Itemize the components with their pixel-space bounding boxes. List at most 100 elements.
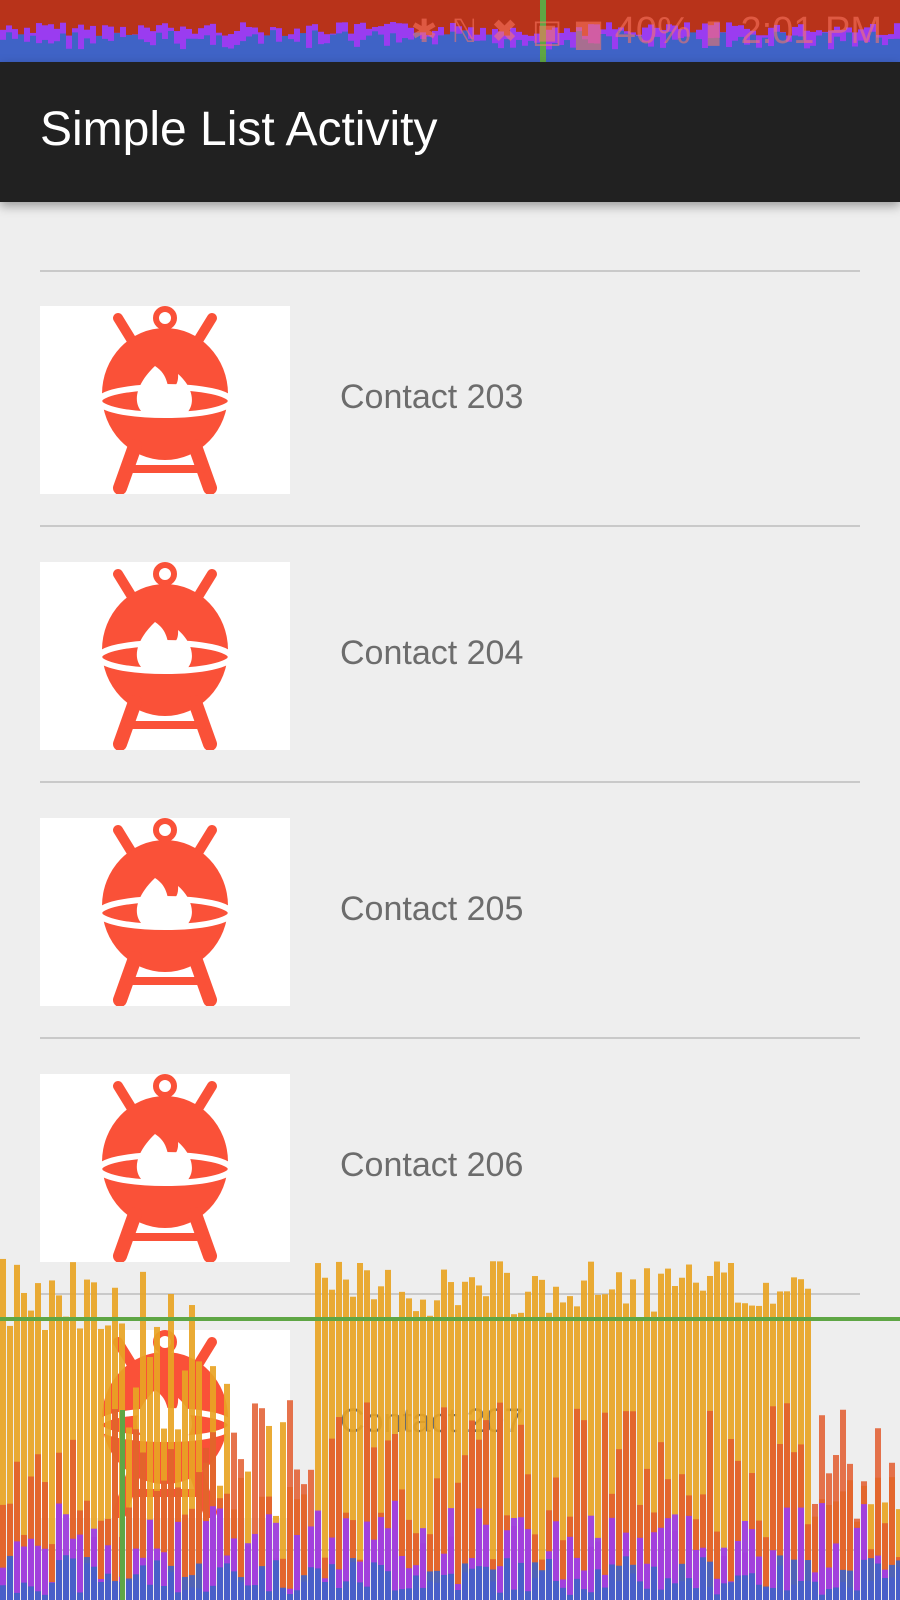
gpu-bar-segment — [273, 1557, 279, 1600]
grill-icon — [96, 1074, 234, 1262]
page-title: Simple List Activity — [40, 103, 438, 156]
gpu-bar-segment — [798, 1581, 804, 1600]
gpu-bar-segment — [119, 1576, 125, 1600]
gpu-bar-segment — [42, 1594, 48, 1600]
gpu-bar-segment — [7, 1555, 13, 1600]
gpu-bar-segment — [616, 1581, 622, 1600]
gpu-bar-segment — [84, 0, 90, 30]
gpu-bar-segment — [138, 0, 144, 26]
gpu-bar-segment — [826, 1589, 832, 1600]
contact-name: Contact 206 — [340, 1146, 524, 1184]
list-divider — [40, 525, 860, 527]
gpu-bar-segment — [372, 0, 378, 27]
gpu-bar-segment — [21, 1582, 27, 1600]
gpu-bar-segment — [679, 1581, 685, 1600]
gpu-bar-segment — [399, 1555, 405, 1600]
gpu-bar-segment — [357, 1561, 363, 1600]
gpu-bar-segment — [266, 1591, 272, 1600]
gpu-bar-segment — [329, 1564, 335, 1600]
grill-icon — [96, 818, 234, 1006]
gpu-bar-segment — [280, 1587, 286, 1600]
gpu-bar-segment — [98, 1581, 104, 1600]
nfc-icon: ℕ — [451, 13, 478, 49]
gpu-bar-segment — [721, 1583, 727, 1600]
gpu-bar-segment — [476, 1566, 482, 1600]
gpu-bar-segment — [231, 1571, 237, 1600]
gpu-bar-segment — [833, 1587, 839, 1600]
gpu-bar-segment — [728, 1581, 734, 1600]
gpu-bar-segment — [623, 1556, 629, 1600]
gpu-bar-segment — [546, 1558, 552, 1600]
gpu-bar-segment — [245, 1543, 251, 1600]
gpu-bar-segment — [658, 1589, 664, 1600]
gpu-bar-segment — [210, 0, 216, 24]
contact-thumbnail — [40, 306, 290, 494]
gpu-bar-segment — [742, 1575, 748, 1600]
gpu-bar-segment — [360, 0, 366, 23]
gpu-bar-segment — [6, 0, 12, 26]
gpu-bar-segment — [371, 1562, 377, 1600]
gpu-bar-segment — [119, 1581, 125, 1600]
gpu-bar-segment — [42, 0, 48, 26]
gpu-bar-segment — [644, 1563, 650, 1600]
gpu-bar-segment — [651, 1566, 657, 1600]
gpu-bar-segment — [497, 1592, 503, 1600]
gpu-bar-segment — [28, 1586, 34, 1600]
gpu-bar-segment — [574, 1578, 580, 1600]
gpu-bar-segment — [455, 1584, 461, 1600]
gpu-bar-segment — [72, 0, 78, 29]
gpu-bar-segment — [336, 0, 342, 23]
gpu-bar-segment — [228, 0, 234, 35]
gpu-bar-segment — [322, 1581, 328, 1600]
gpu-bar-segment — [553, 1580, 559, 1600]
gpu-bar-segment — [567, 1594, 573, 1600]
list-item[interactable]: Contact 207 — [0, 1296, 900, 1551]
gpu-bar-segment — [490, 1581, 496, 1600]
gpu-bar-segment — [896, 1560, 900, 1600]
gpu-bar-segment — [282, 0, 288, 36]
gpu-bar-segment — [96, 0, 102, 36]
gpu-bar-segment — [742, 1552, 748, 1600]
gpu-bar-segment — [66, 0, 72, 36]
list-item[interactable]: Contact 205 — [0, 784, 900, 1039]
gpu-bar-segment — [126, 1578, 132, 1600]
gpu-bar-segment — [406, 1588, 412, 1600]
gpu-bar-segment — [462, 1563, 468, 1600]
list-item[interactable]: Contact 204 — [0, 528, 900, 783]
gpu-bar-segment — [186, 0, 192, 29]
gpu-bar-segment — [336, 1587, 342, 1600]
app-bar: Simple List Activity — [0, 62, 900, 202]
gpu-bar-segment — [192, 0, 198, 34]
gpu-bar-segment — [154, 1560, 160, 1600]
gpu-bar-segment — [399, 1589, 405, 1600]
gpu-bar-segment — [140, 1557, 146, 1600]
contact-name: Contact 203 — [340, 378, 524, 416]
gpu-bar-segment — [147, 1584, 153, 1600]
list-item[interactable]: Contact 206 — [0, 1040, 900, 1295]
list-item[interactable]: Contact 203 — [0, 272, 900, 527]
gpu-bar-segment — [777, 1555, 783, 1600]
gpu-bar-segment — [318, 0, 324, 32]
gpu-bar-segment — [749, 1573, 755, 1600]
gpu-bar-segment — [84, 1557, 90, 1600]
gpu-bar-segment — [287, 1594, 293, 1600]
gpu-bar-segment — [532, 1562, 538, 1600]
bluetooth-icon: ✱ — [410, 13, 438, 49]
gpu-bar-segment — [216, 0, 222, 33]
gpu-bar-segment — [322, 1557, 328, 1600]
gpu-bar-segment — [350, 1561, 356, 1600]
gpu-bar-segment — [354, 0, 360, 25]
gpu-bar-segment — [889, 1577, 895, 1600]
gpu-bar-segment — [114, 0, 120, 33]
gpu-bar-segment — [378, 0, 384, 27]
gpu-bar-segment — [35, 1545, 41, 1600]
gpu-bar-segment — [196, 1563, 202, 1600]
battery-icon: ▮ — [704, 13, 723, 49]
gpu-bar-segment — [896, 1566, 900, 1600]
gpu-bar-segment — [693, 1549, 699, 1600]
gpu-bar-segment — [175, 1592, 181, 1600]
gpu-bar-segment — [60, 0, 66, 23]
gpu-bar-segment — [889, 1564, 895, 1600]
contact-name: Contact 205 — [340, 890, 524, 928]
gpu-bar-segment — [222, 0, 228, 36]
